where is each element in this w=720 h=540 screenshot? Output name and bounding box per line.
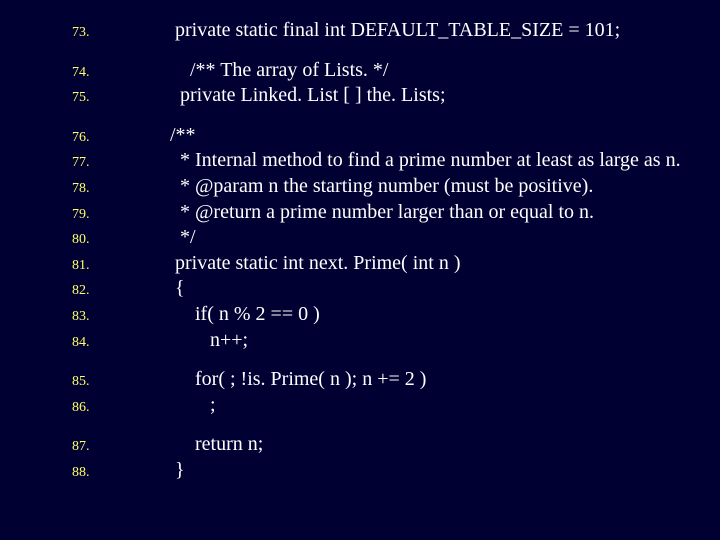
blank-line — [0, 109, 720, 123]
code-line: 74. /** The array of Lists. */ — [0, 58, 720, 84]
code-text: private static final int DEFAULT_TABLE_S… — [150, 18, 720, 44]
code-line: 81. private static int next. Prime( int … — [0, 251, 720, 277]
code-line: 80. */ — [0, 225, 720, 251]
code-line: 75. private Linked. List [ ] the. Lists; — [0, 83, 720, 109]
code-line: 78. * @param n the starting number (must… — [0, 174, 720, 200]
code-text: ; — [150, 393, 720, 419]
code-line: 85. for( ; !is. Prime( n ); n += 2 ) — [0, 367, 720, 393]
line-number: 83. — [0, 308, 150, 326]
line-number: 84. — [0, 334, 150, 352]
line-number: 73. — [0, 24, 150, 42]
code-line: 82. { — [0, 276, 720, 302]
code-text: private Linked. List [ ] the. Lists; — [150, 83, 720, 109]
line-number: 85. — [0, 373, 150, 391]
code-text: /** — [150, 123, 720, 149]
code-text: if( n % 2 == 0 ) — [150, 302, 720, 328]
code-line: 86. ; — [0, 393, 720, 419]
line-number: 75. — [0, 89, 150, 107]
code-line: 79. * @return a prime number larger than… — [0, 200, 720, 226]
code-text: { — [150, 276, 720, 302]
line-number: 78. — [0, 180, 150, 198]
slide-container: 73. private static final int DEFAULT_TAB… — [0, 0, 720, 540]
blank-line — [0, 353, 720, 367]
code-line: 83. if( n % 2 == 0 ) — [0, 302, 720, 328]
code-text: * @return a prime number larger than or … — [150, 200, 720, 226]
code-text: return n; — [150, 432, 720, 458]
code-line: 84. n++; — [0, 328, 720, 354]
line-number: 74. — [0, 64, 150, 82]
blank-line — [0, 44, 720, 58]
line-number: 86. — [0, 399, 150, 417]
code-line: 87. return n; — [0, 432, 720, 458]
code-text: * Internal method to find a prime number… — [150, 148, 720, 174]
line-number: 82. — [0, 282, 150, 300]
line-number: 76. — [0, 129, 150, 147]
code-text: for( ; !is. Prime( n ); n += 2 ) — [150, 367, 720, 393]
code-line: 77. * Internal method to find a prime nu… — [0, 148, 720, 174]
line-number: 79. — [0, 206, 150, 224]
code-text: } — [150, 458, 720, 484]
code-text: n++; — [150, 328, 720, 354]
blank-line — [0, 418, 720, 432]
code-text: * @param n the starting number (must be … — [150, 174, 720, 200]
line-number: 80. — [0, 231, 150, 249]
line-number: 87. — [0, 438, 150, 456]
line-number: 81. — [0, 257, 150, 275]
line-number: 88. — [0, 464, 150, 482]
code-line: 88. } — [0, 458, 720, 484]
line-number: 77. — [0, 154, 150, 172]
code-text: /** The array of Lists. */ — [150, 58, 720, 84]
code-line: 73. private static final int DEFAULT_TAB… — [0, 18, 720, 44]
code-line: 76. /** — [0, 123, 720, 149]
code-text: private static int next. Prime( int n ) — [150, 251, 720, 277]
code-text: */ — [150, 225, 720, 251]
